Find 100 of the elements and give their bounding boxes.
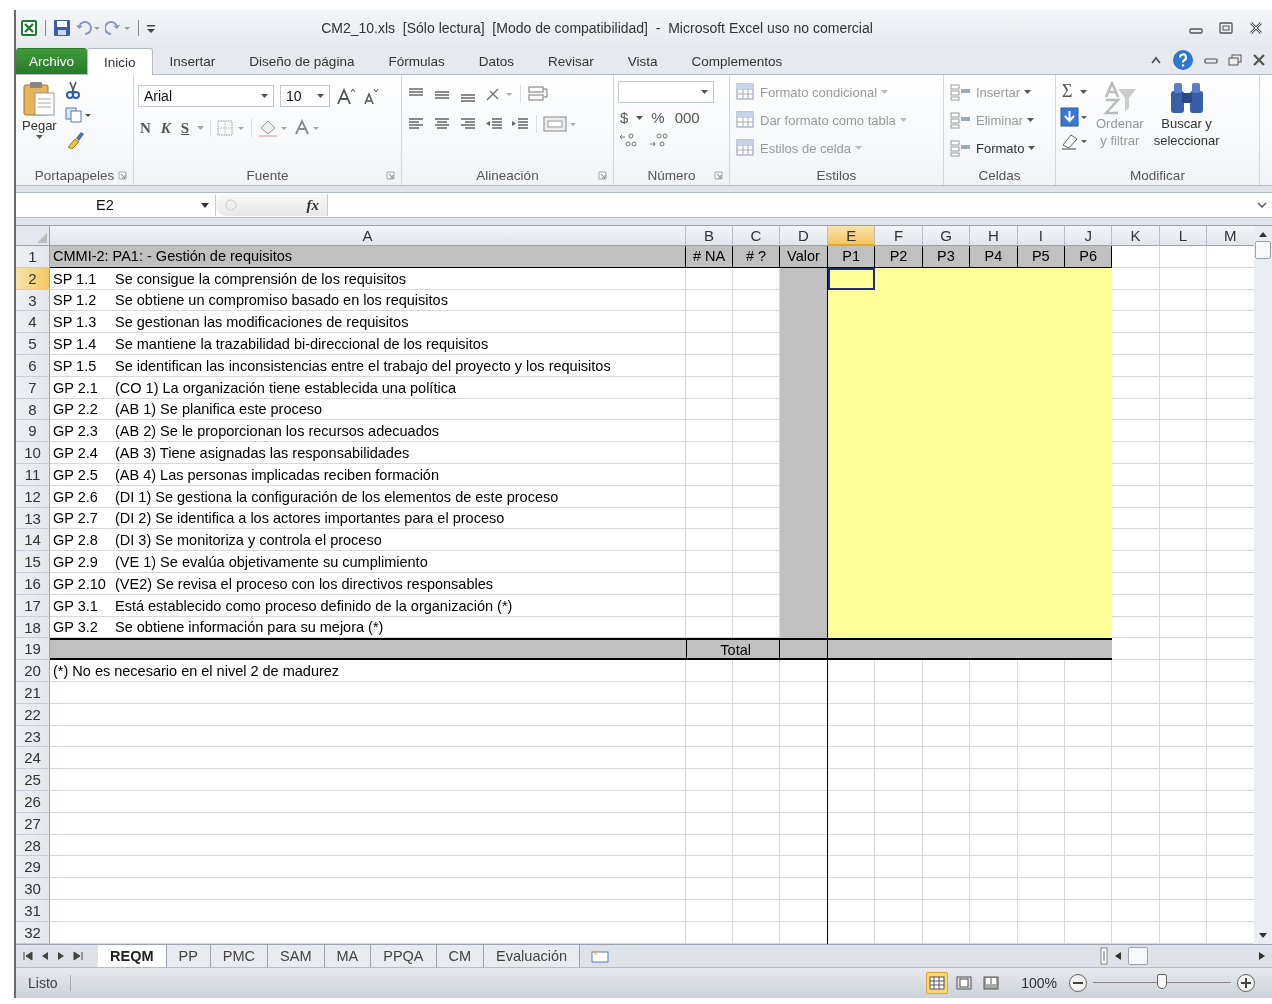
zoom-in-icon[interactable] xyxy=(1236,972,1256,993)
find-select-button[interactable]: Buscar y seleccionar xyxy=(1151,79,1222,165)
scroll-thumb[interactable] xyxy=(1255,241,1271,259)
align-center-icon[interactable] xyxy=(432,116,452,132)
first-sheet-icon[interactable] xyxy=(22,950,34,961)
scroll-down-icon[interactable] xyxy=(1258,931,1268,940)
text-orientation-icon[interactable] xyxy=(484,86,514,102)
row-header[interactable]: 17 xyxy=(16,594,50,617)
caret-icon[interactable] xyxy=(636,115,644,120)
merge-cells-icon[interactable] xyxy=(543,115,577,133)
increase-indent-icon[interactable] xyxy=(510,116,530,132)
row-header[interactable]: 24 xyxy=(16,747,50,770)
row-header[interactable]: 14 xyxy=(16,529,50,552)
underline-button[interactable]: S xyxy=(178,119,192,137)
normal-view-button[interactable] xyxy=(926,971,949,994)
row-header[interactable]: 31 xyxy=(16,899,50,922)
next-sheet-icon[interactable] xyxy=(56,950,66,961)
save-icon[interactable] xyxy=(53,19,71,37)
scroll-thumb[interactable] xyxy=(1128,946,1148,965)
ribbon-tab[interactable]: Inicio xyxy=(87,48,153,75)
row-header[interactable]: 18 xyxy=(16,616,50,639)
ribbon-tab[interactable]: Insertar xyxy=(152,48,233,74)
column-header[interactable]: H xyxy=(970,226,1018,246)
column-header[interactable]: L xyxy=(1159,226,1208,246)
align-left-icon[interactable] xyxy=(406,116,426,132)
row-header[interactable]: 23 xyxy=(16,725,50,748)
row-header[interactable]: 22 xyxy=(16,703,50,726)
eraser-icon[interactable] xyxy=(1060,132,1088,150)
row-header[interactable]: 26 xyxy=(16,790,50,813)
sheet-tab[interactable]: PMC xyxy=(210,944,269,967)
row-header[interactable]: 6 xyxy=(16,355,50,377)
font-color-icon[interactable] xyxy=(294,119,321,137)
sheet-tab[interactable]: SAM xyxy=(268,944,325,967)
new-sheet-icon[interactable] xyxy=(588,947,611,964)
italic-button[interactable]: K xyxy=(158,119,173,137)
row-header[interactable]: 5 xyxy=(16,333,50,355)
row-header[interactable]: 13 xyxy=(16,507,50,530)
ribbon-tab[interactable]: Complementos xyxy=(674,48,800,74)
ribbon-tab[interactable]: Datos xyxy=(461,48,531,74)
ribbon-tab[interactable]: Diseño de página xyxy=(232,48,372,74)
align-right-icon[interactable] xyxy=(458,116,478,132)
file-tab[interactable]: Archivo xyxy=(16,48,87,74)
column-header[interactable]: J xyxy=(1064,226,1113,246)
row-header[interactable]: 4 xyxy=(16,311,50,334)
column-header[interactable]: K xyxy=(1112,226,1160,246)
redo-icon[interactable] xyxy=(105,20,131,36)
dialog-launcher-icon[interactable] xyxy=(386,171,395,180)
insert-function-button[interactable]: fx xyxy=(306,196,319,214)
column-header[interactable]: F xyxy=(875,226,923,246)
spreadsheet-logo-icon[interactable] xyxy=(20,19,38,37)
row-header[interactable]: 9 xyxy=(16,420,50,443)
fill-color-icon[interactable] xyxy=(258,119,289,137)
column-header[interactable]: A xyxy=(50,226,686,246)
font-name-field[interactable]: Arial xyxy=(138,85,274,107)
row-header[interactable]: 32 xyxy=(16,921,50,944)
split-handle-icon[interactable] xyxy=(1100,946,1108,965)
row-header[interactable]: 28 xyxy=(16,834,50,857)
sheet-tab[interactable]: CM xyxy=(436,944,485,967)
help-icon[interactable] xyxy=(1172,49,1194,71)
decrease-indent-icon[interactable] xyxy=(484,116,504,132)
sheet-tab[interactable]: PPQA xyxy=(371,944,437,967)
copy-icon[interactable] xyxy=(64,107,91,123)
row-header[interactable]: 20 xyxy=(16,660,50,682)
row-header[interactable]: 1 xyxy=(16,246,50,268)
name-box[interactable]: E2 xyxy=(16,194,216,216)
row-header[interactable]: 3 xyxy=(16,289,50,312)
restore-icon[interactable] xyxy=(1218,21,1234,35)
paste-button[interactable]: Pegar xyxy=(20,79,59,165)
zoom-out-icon[interactable] xyxy=(1068,972,1088,993)
scissors-icon[interactable] xyxy=(64,81,81,99)
select-all-corner[interactable] xyxy=(16,226,50,246)
previous-sheet-icon[interactable] xyxy=(40,950,50,961)
close-icon[interactable] xyxy=(1248,21,1264,35)
column-header[interactable]: C xyxy=(733,226,780,246)
number-format-field[interactable] xyxy=(618,81,714,103)
last-sheet-icon[interactable] xyxy=(72,950,84,961)
sheet-tab[interactable]: PP xyxy=(166,944,211,967)
dialog-launcher-icon[interactable] xyxy=(598,171,607,180)
shrink-font-icon[interactable] xyxy=(362,87,380,105)
row-header[interactable]: 12 xyxy=(16,485,50,508)
wrap-text-icon[interactable] xyxy=(527,85,549,103)
scroll-up-icon[interactable] xyxy=(1258,230,1268,238)
column-header[interactable]: M xyxy=(1207,226,1255,246)
ribbon-tab[interactable]: Fórmulas xyxy=(371,48,462,74)
sheet-tab[interactable]: MA xyxy=(324,944,372,967)
active-cell[interactable] xyxy=(828,267,876,290)
expand-icon[interactable] xyxy=(1256,201,1268,209)
font-size-field[interactable]: 10 xyxy=(280,85,330,107)
sheet-tab[interactable]: Evaluación xyxy=(484,944,581,967)
caret-icon[interactable] xyxy=(1080,89,1088,94)
row-header[interactable]: 7 xyxy=(16,376,50,399)
percent-button[interactable]: % xyxy=(649,109,667,126)
scroll-right-icon[interactable] xyxy=(1258,950,1266,961)
customize-toolbar-icon[interactable] xyxy=(146,22,156,34)
zoom-level[interactable]: 100% xyxy=(1021,974,1057,991)
row-header[interactable]: 15 xyxy=(16,551,50,573)
sheet-tab[interactable]: REQM xyxy=(98,944,167,967)
dialog-launcher-icon[interactable] xyxy=(118,171,127,180)
column-header[interactable]: I xyxy=(1017,226,1065,246)
column-header[interactable]: D xyxy=(780,226,828,246)
